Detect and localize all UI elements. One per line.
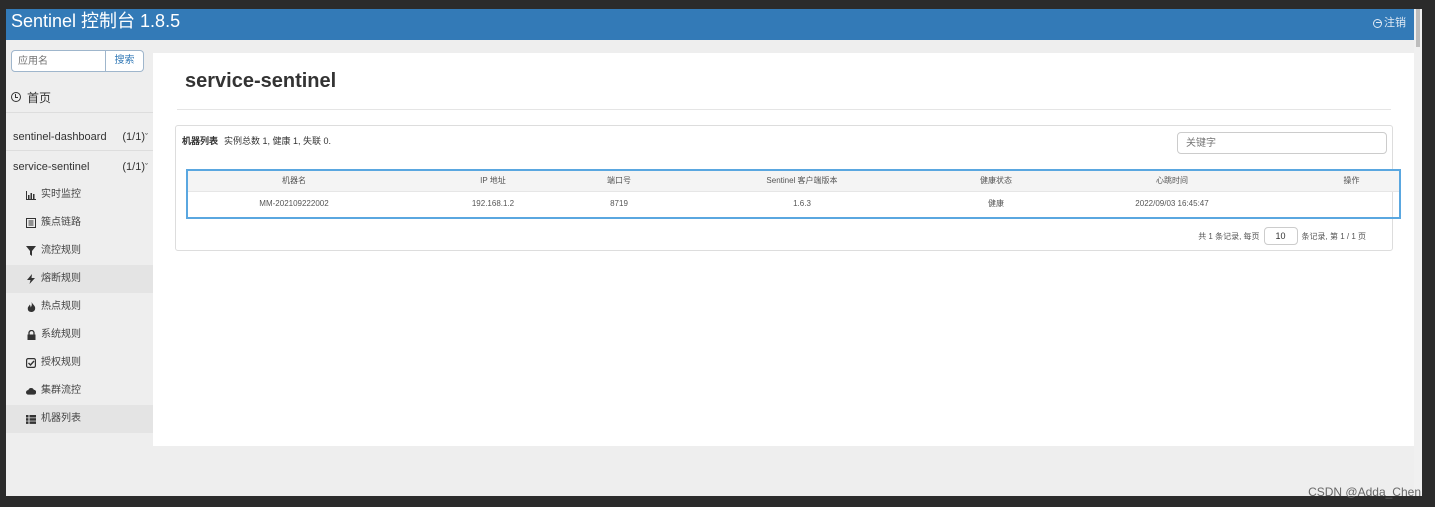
menu-item-machine-list[interactable]: 机器列表	[6, 405, 153, 433]
page-size-input[interactable]: 10	[1263, 227, 1298, 245]
pagination: 共 1 条记录, 每页 10 条记录, 第 1 / 1 页	[1198, 227, 1366, 245]
title-divider	[177, 109, 1391, 110]
pager-suffix: 条记录, 第 1 / 1 页	[1301, 231, 1366, 241]
cloud-icon	[26, 386, 36, 396]
chevron-down-icon: ˇ	[145, 162, 148, 172]
machine-table: 机器名 IP 地址 端口号 Sentinel 客户端版本 健康状态 心跳时间 操…	[188, 171, 1399, 215]
menu-item-flow-rules[interactable]: 流控规则	[6, 237, 153, 265]
column-header[interactable]: 端口号	[586, 171, 652, 191]
scrollbar-thumb[interactable]	[1416, 9, 1420, 47]
app-search-button[interactable]: 搜索	[106, 50, 144, 72]
sidebar-app-count: (1/1)	[122, 131, 145, 143]
brand-title[interactable]: Sentinel 控制台 1.8.5	[11, 10, 180, 32]
logout-icon	[1373, 18, 1382, 28]
sidebar-app-name: sentinel-dashboard	[13, 131, 107, 143]
machine-table-container: 机器名 IP 地址 端口号 Sentinel 客户端版本 健康状态 心跳时间 操…	[186, 169, 1401, 219]
logout-button[interactable]: 注销	[1373, 16, 1406, 30]
navbar: Sentinel 控制台 1.8.5 注销	[6, 9, 1414, 40]
sidebar-app-name: service-sentinel	[13, 161, 90, 173]
app-window: Sentinel 控制台 1.8.5 注销 搜索 首页 sentinel-das…	[6, 9, 1414, 496]
scrollbar-track[interactable]	[1414, 9, 1422, 496]
menu-item-label: 系统规则	[41, 329, 81, 340]
main-content: service-sentinel 机器列表 实例总数 1, 健康 1, 失联 0.…	[153, 53, 1414, 446]
cell-ip: 192.168.1.2	[400, 190, 586, 215]
menu-item-label: 集群流控	[41, 385, 81, 396]
column-header[interactable]: 健康状态	[952, 171, 1040, 191]
flash-icon	[26, 274, 36, 284]
sidebar-app-service-sentinel[interactable]: service-sentinel (1/1)ˇ	[13, 159, 148, 175]
column-header: 操作	[1304, 171, 1399, 191]
check-square-icon	[26, 358, 36, 368]
sidebar-home[interactable]: 首页	[11, 88, 51, 106]
table-header-row: 机器名 IP 地址 端口号 Sentinel 客户端版本 健康状态 心跳时间 操…	[188, 171, 1399, 191]
table-row: MM-202109222002 192.168.1.2 8719 1.6.3 健…	[188, 190, 1399, 215]
cell-port: 8719	[586, 190, 652, 215]
panel-heading: 机器列表	[182, 136, 219, 146]
page-title: service-sentinel	[185, 70, 337, 92]
menu-item-cluster-link[interactable]: 簇点链路	[6, 209, 153, 237]
cell-heartbeat: 2022/09/03 16:45:47	[1040, 190, 1304, 215]
watermark: CSDN @Adda_Chen	[1308, 485, 1421, 499]
lock-icon	[26, 330, 36, 340]
menu-item-label: 热点规则	[41, 301, 81, 312]
sidebar-app-sentinel-dashboard[interactable]: sentinel-dashboard (1/1)ˇ	[13, 129, 148, 145]
sidebar: 搜索 首页 sentinel-dashboard (1/1)ˇ service-…	[6, 40, 153, 496]
logout-label: 注销	[1384, 17, 1406, 29]
clock-icon	[11, 92, 21, 102]
app-search-group: 搜索	[11, 50, 144, 72]
menu-item-label: 实时监控	[41, 189, 81, 200]
th-list-icon	[26, 414, 36, 424]
cell-health: 健康	[952, 190, 1040, 215]
pager-prefix: 共 1 条记录, 每页	[1198, 231, 1260, 241]
menu-item-label: 授权规则	[41, 357, 81, 368]
menu-item-cluster-flow[interactable]: 集群流控	[6, 377, 153, 405]
sidebar-divider	[6, 112, 153, 113]
menu-item-label: 熔断规则	[41, 273, 81, 284]
list-box-icon	[26, 218, 36, 228]
sidebar-app-count: (1/1)	[122, 161, 145, 173]
filter-icon	[26, 246, 36, 256]
keyword-search-input[interactable]	[1177, 132, 1387, 154]
panel-title: 机器列表 实例总数 1, 健康 1, 失联 0.	[182, 134, 331, 147]
chevron-down-icon: ˇ	[145, 132, 148, 142]
menu-item-degrade-rules[interactable]: 熔断规则	[6, 265, 153, 293]
instance-summary: 实例总数 1, 健康 1, 失联 0.	[224, 136, 332, 146]
sidebar-home-label: 首页	[27, 90, 52, 105]
cell-version: 1.6.3	[652, 190, 952, 215]
menu-item-hotspot-rules[interactable]: 热点规则	[6, 293, 153, 321]
column-header[interactable]: Sentinel 客户端版本	[652, 171, 952, 191]
menu-item-realtime-monitor[interactable]: 实时监控	[6, 181, 153, 209]
sidebar-divider	[6, 150, 153, 151]
cell-hostname: MM-202109222002	[188, 190, 400, 215]
column-header[interactable]: 心跳时间	[1040, 171, 1304, 191]
menu-item-system-rules[interactable]: 系统规则	[6, 321, 153, 349]
cell-actions	[1304, 190, 1399, 215]
menu-item-label: 机器列表	[41, 413, 81, 424]
machine-list-panel: 机器列表实例总数 1, 健康 1, 失联 0. 机器名 IP 地址 端口号 Se…	[175, 125, 1401, 251]
column-header[interactable]: IP 地址	[400, 171, 586, 191]
menu-item-auth-rules[interactable]: 授权规则	[6, 349, 153, 377]
menu-item-label: 流控规则	[41, 245, 81, 256]
column-header[interactable]: 机器名	[188, 171, 400, 191]
menu-item-label: 簇点链路	[41, 217, 81, 228]
app-search-input[interactable]	[11, 50, 106, 72]
bar-chart-icon	[26, 190, 36, 200]
fire-icon	[26, 302, 36, 312]
